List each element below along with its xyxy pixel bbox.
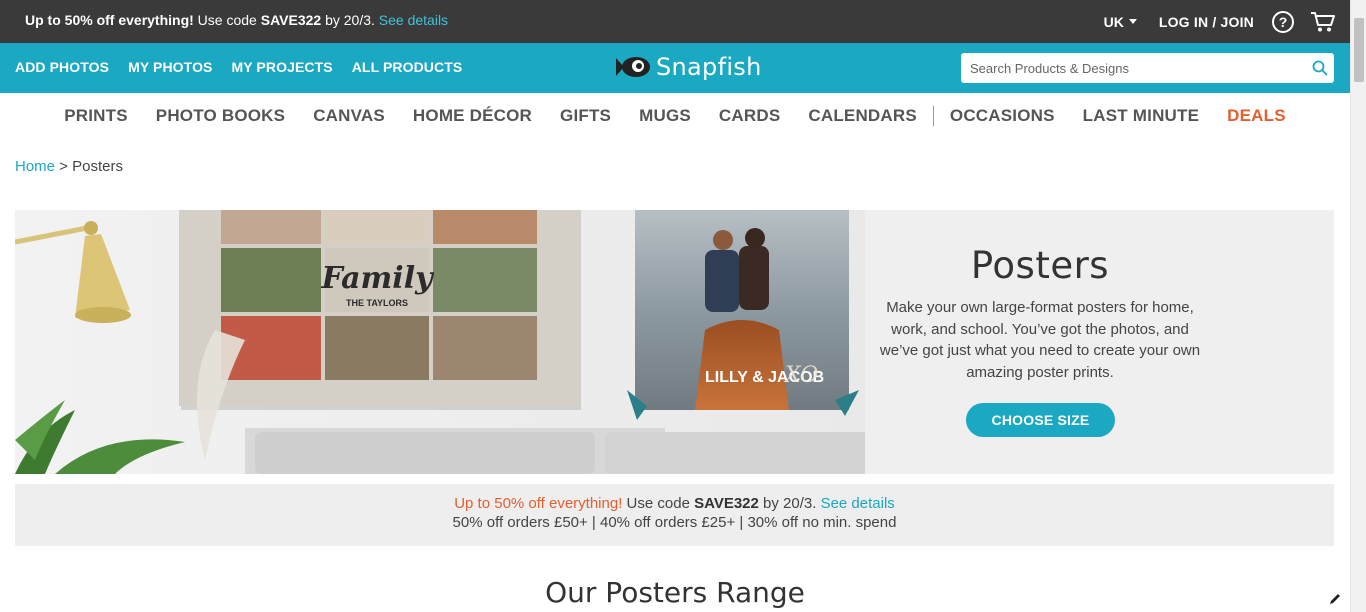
category-cards[interactable]: CARDS	[719, 106, 780, 126]
breadcrumb: Home > Posters	[15, 158, 123, 175]
hero-description: Make your own large-format posters for h…	[879, 299, 1201, 381]
snapfish-logo[interactable]: Snapfish	[614, 53, 762, 81]
nav-my-projects[interactable]: MY PROJECTS	[232, 59, 333, 75]
poster-mark: XO	[783, 363, 818, 388]
promo-text-2: by 20/3.	[321, 12, 379, 28]
promo-text: Use code	[193, 12, 261, 28]
promo-strip: Up to 50% off everything! Use code SAVE3…	[15, 484, 1334, 546]
see-details-link[interactable]: See details	[379, 12, 448, 28]
category-deals[interactable]: DEALS	[1227, 106, 1286, 126]
breadcrumb-home-link[interactable]: Home	[15, 158, 55, 175]
promo-strip-text-2: by 20/3.	[758, 495, 821, 512]
page-title: Posters	[970, 244, 1110, 287]
edit-pencil-icon[interactable]	[1328, 592, 1342, 606]
search-input[interactable]	[961, 53, 1291, 83]
logo-text: Snapfish	[656, 53, 762, 81]
collage-subtitle: THE TAYLORS	[346, 298, 408, 308]
promo-strip-highlight: Up to 50% off everything!	[454, 495, 623, 512]
search-icon[interactable]	[1312, 60, 1328, 76]
page-scrollbar[interactable]	[1350, 0, 1366, 612]
promo-strip-tiers: 50% off orders £50+ | 40% off orders £25…	[452, 514, 897, 531]
chevron-down-icon	[1128, 19, 1137, 24]
breadcrumb-current: Posters	[72, 158, 123, 175]
category-photo-books[interactable]: PHOTO BOOKS	[156, 106, 285, 126]
promo-strip-line-1: Up to 50% off everything! Use code SAVE3…	[15, 495, 1334, 512]
region-label: UK	[1103, 13, 1124, 30]
promo-strip-text: Use code	[622, 495, 695, 512]
top-promo-bar: Up to 50% off everything! Use code SAVE3…	[0, 0, 1350, 43]
promo-strip-see-details[interactable]: See details	[821, 495, 895, 512]
category-divider	[932, 105, 934, 126]
hero-image: Family THE TAYLORS LILLY & JACOB XO	[15, 210, 865, 474]
promo-strip-code: SAVE322	[694, 495, 759, 512]
scrollbar-thumb[interactable]	[1354, 18, 1364, 82]
category-calendars[interactable]: CALENDARS	[808, 106, 917, 126]
login-join-link[interactable]: LOG IN / JOIN	[1159, 14, 1254, 30]
promo-code: SAVE322	[260, 12, 322, 28]
main-nav-bar: ADD PHOTOS MY PHOTOS MY PROJECTS ALL PRO…	[0, 43, 1350, 93]
nav-my-photos[interactable]: MY PHOTOS	[128, 59, 212, 75]
breadcrumb-separator: >	[55, 158, 73, 175]
category-home-decor[interactable]: HOME DÉCOR	[413, 106, 532, 126]
nav-add-photos[interactable]: ADD PHOTOS	[15, 59, 109, 75]
help-icon[interactable]: ?	[1272, 10, 1294, 33]
fish-logo-icon	[616, 57, 650, 77]
choose-size-button[interactable]: CHOOSE SIZE	[966, 403, 1115, 437]
category-occasions[interactable]: OCCASIONS	[950, 106, 1055, 126]
category-canvas[interactable]: CANVAS	[313, 106, 385, 126]
nav-all-products[interactable]: ALL PRODUCTS	[352, 59, 463, 75]
category-mugs[interactable]: MUGS	[639, 106, 691, 126]
section-title: Our Posters Range	[545, 576, 805, 609]
cart-icon[interactable]	[1310, 11, 1336, 33]
region-select[interactable]: UK	[1104, 14, 1137, 30]
hero-banner: Family THE TAYLORS LILLY & JACOB XO Post…	[15, 210, 1334, 474]
category-prints[interactable]: PRINTS	[64, 106, 128, 126]
main-nav: ADD PHOTOS MY PHOTOS MY PROJECTS ALL PRO…	[15, 59, 462, 75]
promo-prefix: Up to 50% off everything!	[25, 12, 194, 28]
promo-message: Up to 50% off everything! Use code SAVE3…	[25, 12, 448, 28]
collage-title: Family	[320, 261, 435, 296]
category-gifts[interactable]: GIFTS	[560, 106, 611, 126]
search-box	[961, 53, 1334, 83]
category-nav: PRINTS PHOTO BOOKS CANVAS HOME DÉCOR GIF…	[0, 93, 1350, 138]
hero-text-block: Posters Make your own large-format poste…	[875, 244, 1205, 383]
category-last-minute[interactable]: LAST MINUTE	[1083, 106, 1199, 126]
